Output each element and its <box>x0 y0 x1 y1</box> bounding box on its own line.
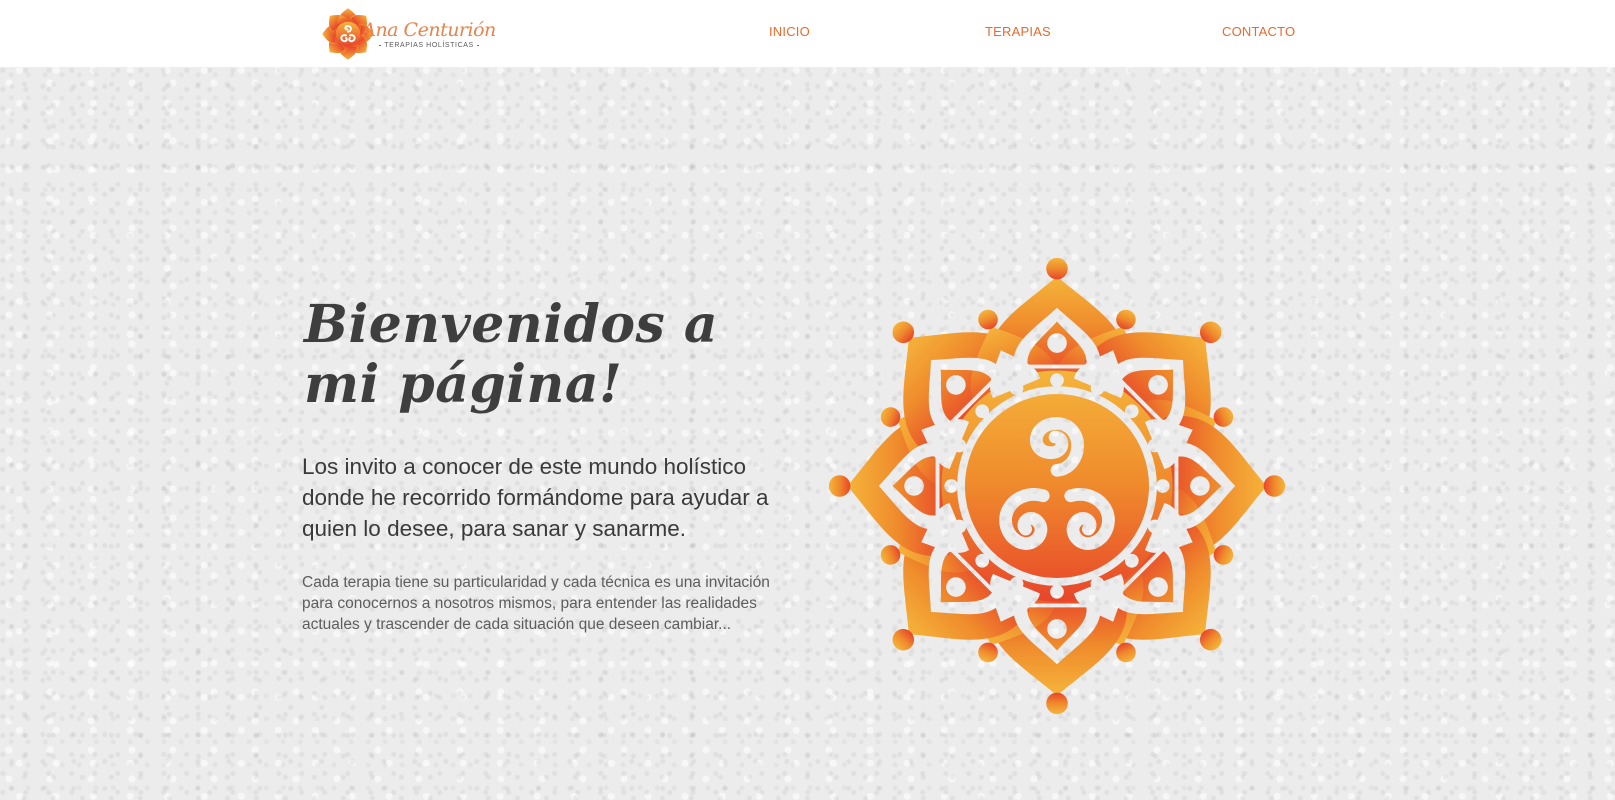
hero-lead: Los invito a conocer de este mundo holís… <box>302 454 769 541</box>
hero-body: Cada terapia tiene su particularidad y c… <box>302 574 770 633</box>
site-logo[interactable]: Ana Centurión TERAPIAS HOLÍSTICAS <box>320 6 496 62</box>
nav-inicio[interactable]: INICIO <box>769 24 810 39</box>
brand-tagline-row: TERAPIAS HOLÍSTICAS <box>379 42 479 49</box>
nav-contacto[interactable]: CONTACTO <box>1222 24 1295 39</box>
hero-title: Bienvenidos a mi página! <box>304 294 719 415</box>
tagline-rule-right <box>476 45 479 46</box>
top-header: Ana Centurión TERAPIAS HOLÍSTICAS INICIO… <box>0 0 1615 67</box>
nav-terapias[interactable]: TERAPIAS <box>985 24 1051 39</box>
hero-section: Bienvenidos a mi página! Los invito a co… <box>0 67 1615 800</box>
mandala-icon <box>828 257 1286 715</box>
brand-tagline: TERAPIAS HOLÍSTICAS <box>384 42 474 49</box>
logo-text: Ana Centurión TERAPIAS HOLÍSTICAS <box>362 19 496 49</box>
brand-name: Ana Centurión <box>362 19 496 41</box>
